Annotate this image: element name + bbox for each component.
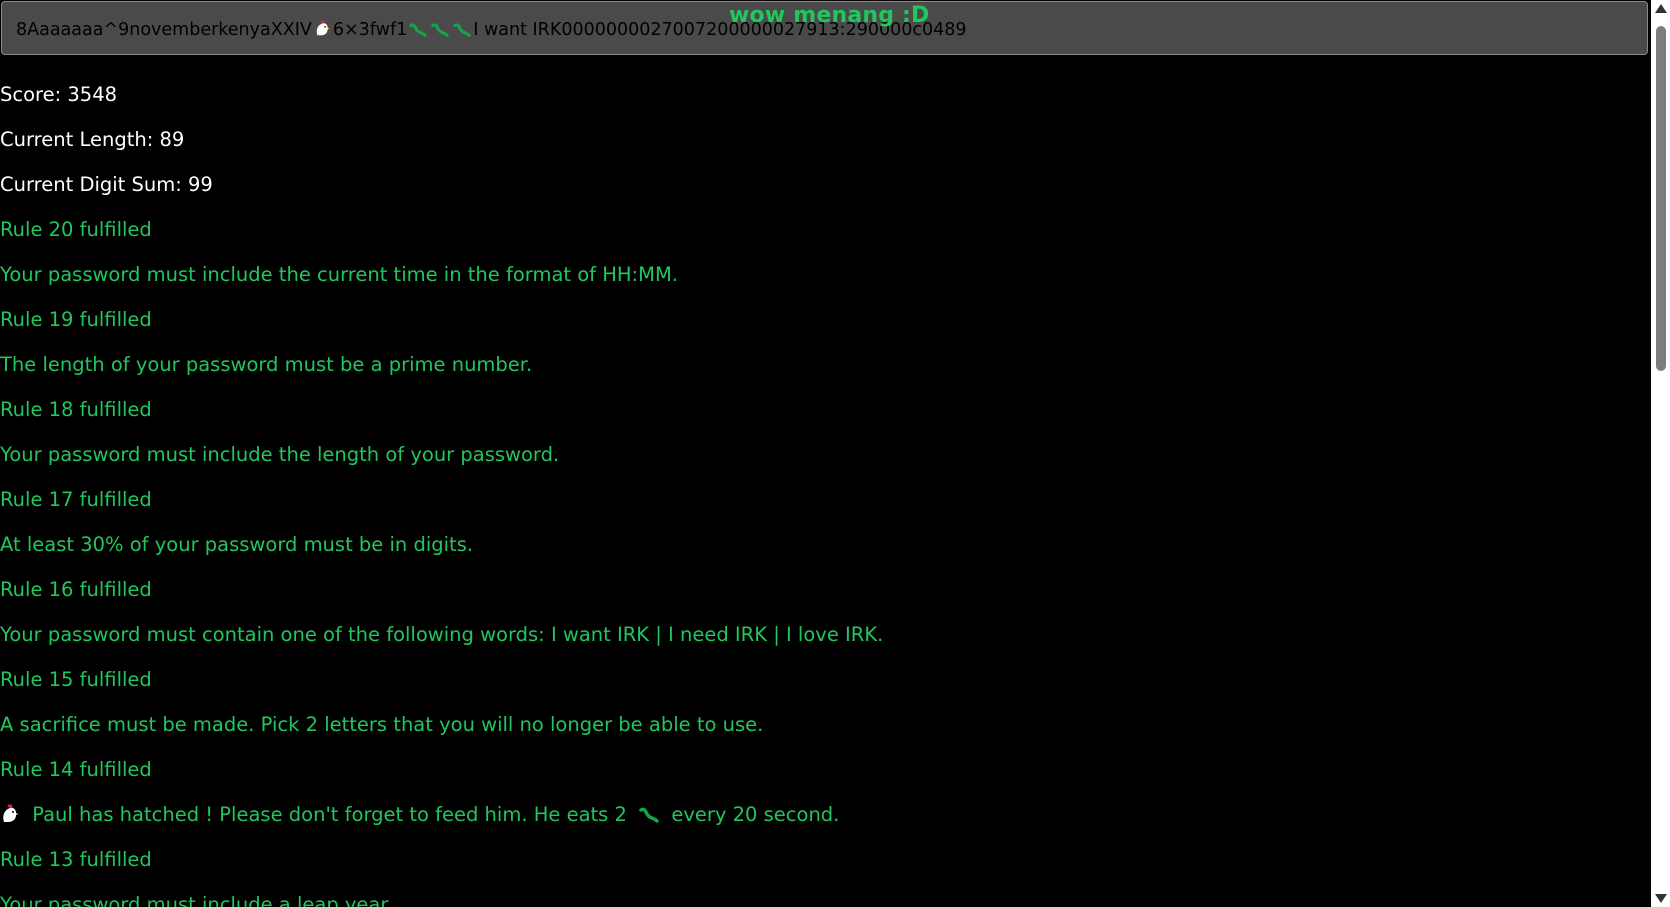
- scroll-up-arrow-icon[interactable]: [1655, 4, 1667, 13]
- rule-status: Rule 14 fulfilled: [0, 758, 152, 781]
- digit-sum-label: Current Digit Sum: 99: [0, 173, 213, 196]
- score-label: Score: 3548: [0, 83, 118, 106]
- password-game-page: 8Aaaaaaa^9novemberkenyaXXIV 6×3fwf1 I wa…: [0, 0, 1670, 907]
- rule-text-part: Paul has hatched ! Please don't forget t…: [32, 803, 627, 826]
- worm-icon: [409, 20, 427, 40]
- worm-icon: [431, 20, 449, 40]
- rule-text: Paul has hatched ! Please don't forget t…: [0, 792, 1648, 837]
- rule-status: Rule 18 fulfilled: [0, 398, 152, 421]
- rule-status: Rule 13 fulfilled: [0, 848, 152, 871]
- rule-status: Rule 15 fulfilled: [0, 668, 152, 691]
- rule-text: Your password must contain one of the fo…: [0, 623, 884, 646]
- rule-status: Rule 19 fulfilled: [0, 308, 152, 331]
- worm-icon: [453, 20, 471, 40]
- chick-icon: [0, 803, 26, 826]
- win-message: wow menang :D: [729, 3, 930, 28]
- rule-text: Your password must include the length of…: [0, 443, 560, 466]
- rule-status: Rule 16 fulfilled: [0, 578, 152, 601]
- vertical-scrollbar[interactable]: [1651, 0, 1670, 907]
- rule-status: Rule 17 fulfilled: [0, 488, 152, 511]
- rule-text: At least 30% of your password must be in…: [0, 533, 474, 556]
- chick-icon: [314, 20, 331, 40]
- password-text-part1: 8Aaaaaaa^9novemberkenyaXXIV: [16, 20, 312, 40]
- current-length-label: Current Length: 89: [0, 128, 185, 151]
- rule-status: Rule 20 fulfilled: [0, 218, 152, 241]
- rule-text: Your password must include the current t…: [0, 263, 678, 286]
- worm-icon: [639, 803, 665, 826]
- rule-text: Your password must include a leap year.: [0, 893, 393, 907]
- scroll-down-arrow-icon[interactable]: [1655, 894, 1667, 903]
- password-text-part2: 6×3fwf1: [332, 20, 408, 40]
- rule-text-part: every 20 second.: [671, 803, 840, 826]
- scroll-thumb[interactable]: [1656, 26, 1666, 371]
- rule-text: The length of your password must be a pr…: [0, 353, 533, 376]
- rules-panel: Score: 3548 Current Length: 89 Current D…: [0, 72, 1648, 907]
- rule-text: A sacrifice must be made. Pick 2 letters…: [0, 713, 764, 736]
